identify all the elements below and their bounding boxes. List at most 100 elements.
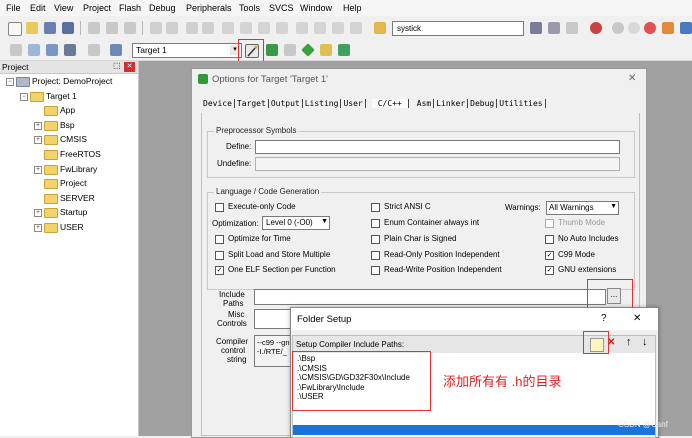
back-icon[interactable] bbox=[186, 22, 198, 34]
next-bookmark-icon[interactable] bbox=[258, 22, 270, 34]
tree-expander-icon[interactable]: + bbox=[34, 224, 42, 232]
rebuild-icon[interactable] bbox=[46, 44, 58, 56]
breakpoint-icon[interactable] bbox=[612, 22, 624, 34]
menu-debug[interactable]: Debug bbox=[149, 3, 176, 13]
menu-svcs[interactable]: SVCS bbox=[269, 3, 294, 13]
run-time-env-icon[interactable] bbox=[320, 44, 332, 56]
uncomment-icon[interactable] bbox=[350, 22, 362, 34]
one-elf-checkbox[interactable]: ✓ bbox=[215, 266, 224, 275]
clear-bookmarks-icon[interactable] bbox=[276, 22, 288, 34]
tree-item[interactable]: SERVER bbox=[60, 193, 95, 203]
tree-expander-icon[interactable]: − bbox=[6, 78, 14, 86]
strict-ansi-checkbox[interactable] bbox=[371, 203, 380, 212]
menu-edit[interactable]: Edit bbox=[30, 3, 46, 13]
move-up-icon[interactable]: ↑ bbox=[626, 336, 632, 348]
download-icon[interactable] bbox=[110, 44, 122, 56]
plain-char-checkbox[interactable] bbox=[371, 235, 380, 244]
folder-close-button[interactable]: ✕ bbox=[633, 313, 641, 324]
optimize-time-checkbox[interactable] bbox=[215, 235, 224, 244]
rw-pi-checkbox[interactable] bbox=[371, 266, 380, 275]
tree-item[interactable]: Project bbox=[60, 178, 86, 188]
tree-expander-icon[interactable]: − bbox=[20, 92, 28, 101]
find-in-files-icon[interactable] bbox=[374, 22, 386, 34]
tab-device[interactable]: Device bbox=[201, 99, 235, 108]
help-button[interactable]: ? bbox=[601, 313, 607, 324]
enum-int-checkbox[interactable] bbox=[371, 219, 380, 228]
kill-breakpoints-icon[interactable] bbox=[644, 22, 656, 34]
cut-icon[interactable] bbox=[88, 22, 100, 34]
ro-pi-checkbox[interactable] bbox=[371, 251, 380, 260]
close-icon[interactable]: ✕ bbox=[124, 62, 135, 72]
configure-icon[interactable] bbox=[662, 22, 674, 34]
undefine-field[interactable] bbox=[255, 157, 620, 171]
tree-item[interactable]: CMSIS bbox=[60, 134, 87, 144]
tab-asm[interactable]: Asm bbox=[414, 99, 435, 108]
window-layout-icon[interactable] bbox=[680, 22, 692, 34]
thumb-mode-checkbox[interactable] bbox=[545, 219, 554, 228]
tab-listing[interactable]: Listing bbox=[302, 99, 342, 108]
tree-item[interactable]: Bsp bbox=[60, 120, 75, 130]
manage-components-icon[interactable] bbox=[266, 44, 278, 56]
save-icon[interactable] bbox=[44, 22, 56, 34]
translate-icon[interactable] bbox=[10, 44, 22, 56]
options-close-button[interactable]: ✕ bbox=[628, 73, 636, 84]
tree-item[interactable]: Project: DemoProject bbox=[32, 76, 112, 86]
menu-peripherals[interactable]: Peripherals bbox=[186, 3, 232, 13]
unindent-icon[interactable] bbox=[314, 22, 326, 34]
gnu-extensions-checkbox[interactable]: ✓ bbox=[545, 266, 554, 275]
zoom-icon[interactable] bbox=[590, 22, 602, 34]
tree-expander-icon[interactable]: + bbox=[34, 121, 42, 130]
menu-flash[interactable]: Flash bbox=[119, 3, 141, 13]
execute-only-checkbox[interactable] bbox=[215, 203, 224, 212]
menu-help[interactable]: Help bbox=[343, 3, 362, 13]
batch-build-icon[interactable] bbox=[64, 44, 76, 56]
copy-icon[interactable] bbox=[106, 22, 118, 34]
tab-output[interactable]: Output bbox=[268, 99, 303, 108]
indent-icon[interactable] bbox=[296, 22, 308, 34]
tree-expander-icon[interactable]: + bbox=[34, 165, 42, 174]
tree-expander-icon[interactable]: + bbox=[34, 136, 42, 145]
comment-icon[interactable] bbox=[332, 22, 344, 34]
no-auto-includes-checkbox[interactable] bbox=[545, 235, 554, 244]
include-paths-field[interactable] bbox=[254, 289, 606, 305]
tab-debug[interactable]: Debug bbox=[468, 99, 498, 108]
tree-item[interactable]: Startup bbox=[60, 207, 87, 217]
menu-window[interactable]: Window bbox=[300, 3, 332, 13]
incremental-find-icon[interactable] bbox=[548, 22, 560, 34]
pin-icon[interactable]: ⬚ bbox=[113, 61, 121, 70]
undo-icon[interactable] bbox=[150, 22, 162, 34]
split-load-checkbox[interactable] bbox=[215, 251, 224, 260]
tab-user[interactable]: User bbox=[341, 99, 366, 108]
prev-bookmark-icon[interactable] bbox=[240, 22, 252, 34]
menu-file[interactable]: File bbox=[6, 3, 21, 13]
new-file-icon[interactable] bbox=[8, 22, 22, 36]
tree-item[interactable]: FreeRTOS bbox=[60, 149, 101, 159]
tab-linker[interactable]: Linker bbox=[434, 99, 469, 108]
tree-item[interactable]: Target 1 bbox=[46, 91, 77, 101]
save-all-icon[interactable] bbox=[62, 22, 74, 34]
menu-project[interactable]: Project bbox=[83, 3, 111, 13]
menu-tools[interactable]: Tools bbox=[239, 3, 260, 13]
tab-utilities[interactable]: Utilities bbox=[497, 99, 546, 108]
file-extensions-icon[interactable] bbox=[284, 44, 296, 56]
tree-expander-icon[interactable]: + bbox=[34, 209, 42, 218]
tree-item[interactable]: USER bbox=[60, 222, 84, 232]
paste-icon[interactable] bbox=[124, 22, 136, 34]
optimization-select[interactable]: Level 0 (-O0) ▼ bbox=[262, 216, 330, 230]
search-input[interactable]: systick bbox=[392, 21, 524, 36]
tree-item[interactable]: App bbox=[60, 105, 75, 115]
define-field[interactable] bbox=[255, 140, 620, 154]
move-down-icon[interactable]: ↓ bbox=[642, 336, 648, 348]
selected-empty-row[interactable] bbox=[293, 425, 655, 435]
disable-breakpoint-icon[interactable] bbox=[628, 22, 640, 34]
warnings-select[interactable]: All Warnings ▼ bbox=[546, 201, 619, 215]
build-icon[interactable] bbox=[28, 44, 40, 56]
tab-c-c-[interactable]: C/C++ bbox=[371, 99, 409, 108]
menu-view[interactable]: View bbox=[54, 3, 73, 13]
redo-icon[interactable] bbox=[166, 22, 178, 34]
tree-item[interactable]: FwLibrary bbox=[60, 164, 97, 174]
c99-checkbox[interactable]: ✓ bbox=[545, 251, 554, 260]
forward-icon[interactable] bbox=[202, 22, 214, 34]
bookmark-icon[interactable] bbox=[222, 22, 234, 34]
tab-target[interactable]: Target bbox=[234, 99, 269, 108]
